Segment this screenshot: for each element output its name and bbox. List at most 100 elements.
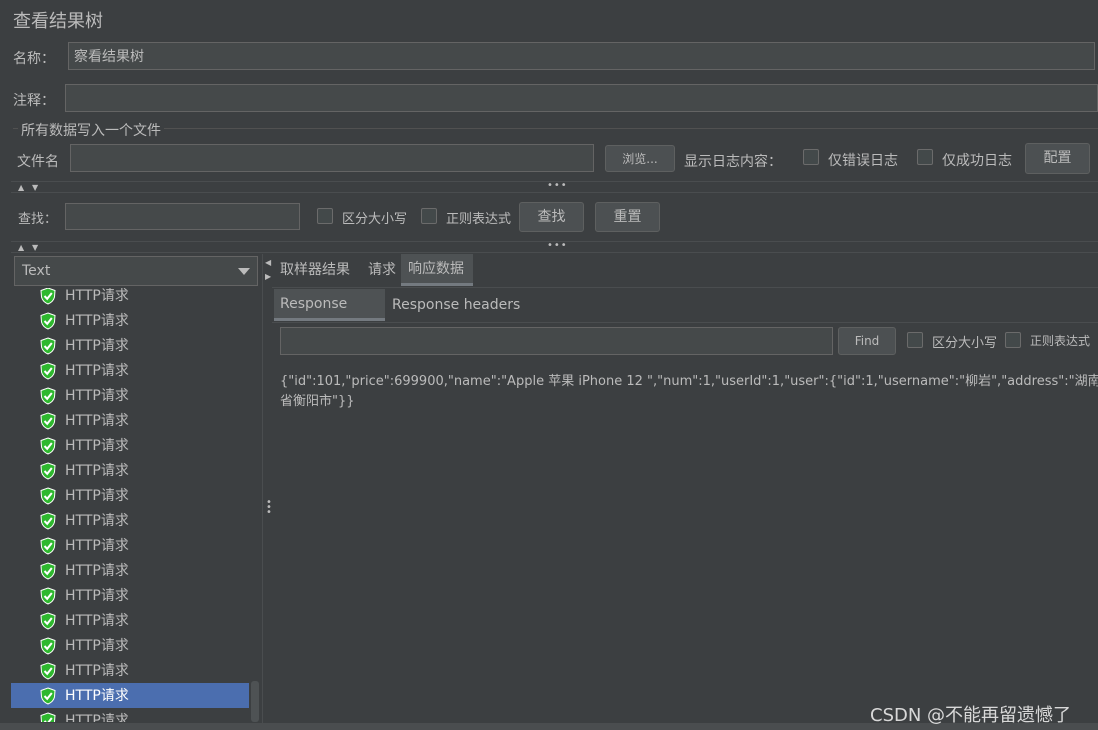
tree-scrollbar-track[interactable] [249, 288, 261, 722]
collapse-down-icon[interactable]: ▼ [32, 183, 38, 192]
response-regex-label: 正则表达式 [1030, 334, 1091, 348]
tree-item[interactable]: HTTP请求 [11, 483, 249, 508]
tree-item[interactable]: HTTP请求 [11, 308, 249, 333]
green-shield-check-icon [40, 587, 56, 605]
tabs-divider [272, 287, 1098, 288]
tree-item[interactable]: HTTP请求 [11, 708, 249, 722]
tab-response-headers[interactable]: Response headers [386, 289, 526, 321]
comment-input[interactable] [65, 84, 1098, 112]
response-case-label: 区分大小写 [932, 336, 998, 351]
comment-label: 注释： [13, 93, 55, 109]
search-input[interactable] [65, 203, 300, 230]
tree-item-label: HTTP请求 [65, 663, 129, 679]
green-shield-check-icon [40, 637, 56, 655]
tree-item[interactable]: HTTP请求 [11, 358, 249, 383]
tree-item-label: HTTP请求 [65, 388, 129, 404]
regex-label: 正则表达式 [446, 212, 512, 227]
response-find-button[interactable]: Find [838, 327, 896, 355]
tree-item[interactable]: HTTP请求 [11, 658, 249, 683]
tree-item-label: HTTP请求 [65, 363, 129, 379]
green-shield-check-icon [40, 512, 56, 530]
chevron-down-icon [238, 268, 250, 275]
vertical-splitter[interactable]: ◀ ▶ • • • [262, 254, 272, 724]
tree-item-label: HTTP请求 [65, 413, 129, 429]
case-sensitive-checkbox[interactable] [317, 208, 333, 224]
config-button[interactable]: 配置 [1025, 143, 1090, 174]
splitter2-handle-icon[interactable]: ••• [547, 240, 568, 251]
panel-title: 查看结果树 [13, 11, 103, 32]
tree-item[interactable]: HTTP请求 [11, 458, 249, 483]
renderer-select-value: Text [22, 263, 51, 279]
collapse-up-icon[interactable]: ▲ [18, 183, 24, 192]
green-shield-check-icon [40, 662, 56, 680]
splitter-handle-icon[interactable]: ••• [547, 180, 568, 191]
success-only-label: 仅成功日志 [942, 153, 1012, 169]
tab-request[interactable]: 请求 [364, 254, 400, 286]
regex-checkbox[interactable] [421, 208, 437, 224]
search-label: 查找： [18, 212, 58, 227]
tree-item-label: HTTP请求 [65, 613, 129, 629]
tree-item-label: HTTP请求 [65, 563, 129, 579]
name-input[interactable] [68, 42, 1095, 70]
response-search-input[interactable] [280, 327, 833, 355]
splitter-right-icon[interactable]: ▶ [265, 272, 271, 281]
splitter-left-icon[interactable]: ◀ [265, 258, 271, 267]
tree-item[interactable]: HTTP请求 [11, 683, 249, 708]
tree-item[interactable]: HTTP请求 [11, 383, 249, 408]
green-shield-check-icon [40, 437, 56, 455]
reset-button[interactable]: 重置 [595, 202, 660, 232]
response-body-area[interactable]: {"id":101,"price":699900,"name":"Apple 苹… [274, 362, 1098, 724]
tab-response-data[interactable]: 响应数据 [401, 254, 473, 286]
green-shield-check-icon [40, 288, 56, 305]
response-body-line-2: 省衡阳市"}} [280, 394, 355, 409]
green-shield-check-icon [40, 562, 56, 580]
tree-item[interactable]: HTTP请求 [11, 633, 249, 658]
green-shield-check-icon [40, 362, 56, 380]
tree-item-label: HTTP请求 [65, 288, 129, 304]
tree-item-label: HTTP请求 [65, 513, 129, 529]
tree-item[interactable]: HTTP请求 [11, 558, 249, 583]
green-shield-check-icon [40, 412, 56, 430]
name-label: 名称： [13, 51, 55, 67]
filename-label: 文件名 [17, 154, 59, 170]
errors-only-checkbox[interactable] [803, 149, 819, 165]
result-tree[interactable]: HTTP请求 HTTP请求 HTTP请求 HTTP请求 HTTP请求 HTTP请求 HTTP… [11, 288, 261, 722]
browse-button[interactable]: 浏览... [605, 145, 675, 172]
errors-only-label: 仅错误日志 [828, 153, 898, 169]
case-sensitive-label: 区分大小写 [342, 212, 408, 227]
tree-item[interactable]: HTTP请求 [11, 433, 249, 458]
tree-scrollbar-thumb[interactable] [251, 681, 259, 722]
tab-response-body[interactable]: Response Body [274, 289, 385, 342]
tree-item-label: HTTP请求 [65, 463, 129, 479]
splitter-bottom-line [11, 192, 1098, 193]
green-shield-check-icon [40, 487, 56, 505]
tree-item-label: HTTP请求 [65, 638, 129, 654]
log-content-label: 显示日志内容： [684, 154, 782, 170]
tree-item[interactable]: HTTP请求 [11, 408, 249, 433]
tree-item[interactable]: HTTP请求 [11, 288, 249, 308]
green-shield-check-icon [40, 537, 56, 555]
find-button[interactable]: 查找 [519, 202, 584, 232]
tree-item[interactable]: HTTP请求 [11, 583, 249, 608]
green-shield-check-icon [40, 712, 56, 722]
response-regex-checkbox[interactable] [1005, 332, 1021, 348]
success-only-checkbox[interactable] [917, 149, 933, 165]
tree-item[interactable]: HTTP请求 [11, 533, 249, 558]
tree-item-label: HTTP请求 [65, 338, 129, 354]
filename-input[interactable] [70, 144, 594, 172]
csdn-watermark: CSDN @不能再留遗憾了 [870, 705, 1072, 726]
tree-item-label: HTTP请求 [65, 688, 129, 704]
tree-item[interactable]: HTTP请求 [11, 608, 249, 633]
collapse2-down-icon[interactable]: ▼ [32, 243, 38, 252]
tab-sampler-result[interactable]: 取样器结果 [276, 254, 354, 286]
response-case-checkbox[interactable] [907, 332, 923, 348]
tree-item[interactable]: HTTP请求 [11, 508, 249, 533]
collapse2-up-icon[interactable]: ▲ [18, 243, 24, 252]
vertical-splitter-handle-icon[interactable]: • • • [266, 498, 272, 518]
file-section-border [13, 128, 1098, 129]
tree-item-label: HTTP请求 [65, 313, 129, 329]
green-shield-check-icon [40, 312, 56, 330]
renderer-select[interactable]: Text [14, 256, 258, 286]
tree-item-label: HTTP请求 [65, 538, 129, 554]
tree-item[interactable]: HTTP请求 [11, 333, 249, 358]
